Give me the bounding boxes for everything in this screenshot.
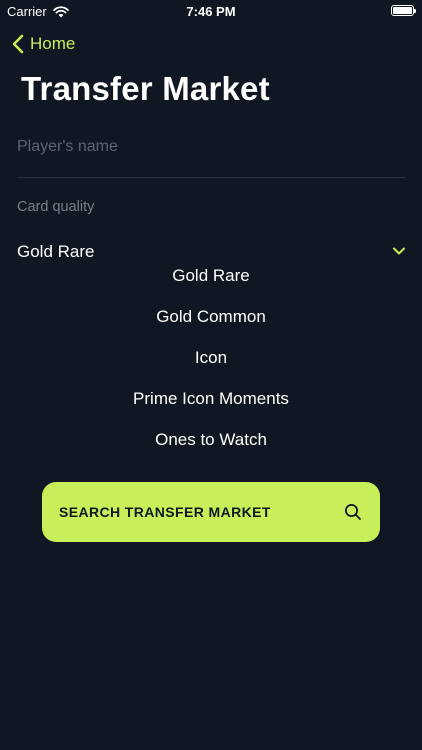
status-bar: Carrier 7:46 PM [0,0,422,22]
transfer-market-screen: Carrier 7:46 PM Home Transfer Market Car… [0,0,422,750]
quality-option-ones-to-watch[interactable]: Ones to Watch [0,430,422,450]
battery-fill [393,7,412,14]
card-quality-selected[interactable]: Gold Rare [17,242,94,262]
player-name-divider [17,177,405,178]
search-icon [345,504,361,520]
back-button-label: Home [30,34,76,53]
back-button[interactable]: Home [12,32,75,56]
card-quality-label: Card quality [17,199,95,215]
quality-option-gold-common[interactable]: Gold Common [0,307,422,327]
battery-icon [391,5,416,16]
chevron-left-icon [12,34,24,54]
quality-option-icon[interactable]: Icon [0,348,422,368]
page-title: Transfer Market [21,70,270,107]
search-button-label: SEARCH TRANSFER MARKET [59,504,271,520]
quality-option-gold-rare[interactable]: Gold Rare [0,266,422,286]
chevron-down-icon[interactable] [392,246,406,256]
status-time: 7:46 PM [186,4,236,19]
search-transfer-market-button[interactable]: SEARCH TRANSFER MARKET [42,482,380,542]
player-name-input[interactable] [17,134,405,160]
quality-option-prime-icon-moments[interactable]: Prime Icon Moments [0,389,422,409]
